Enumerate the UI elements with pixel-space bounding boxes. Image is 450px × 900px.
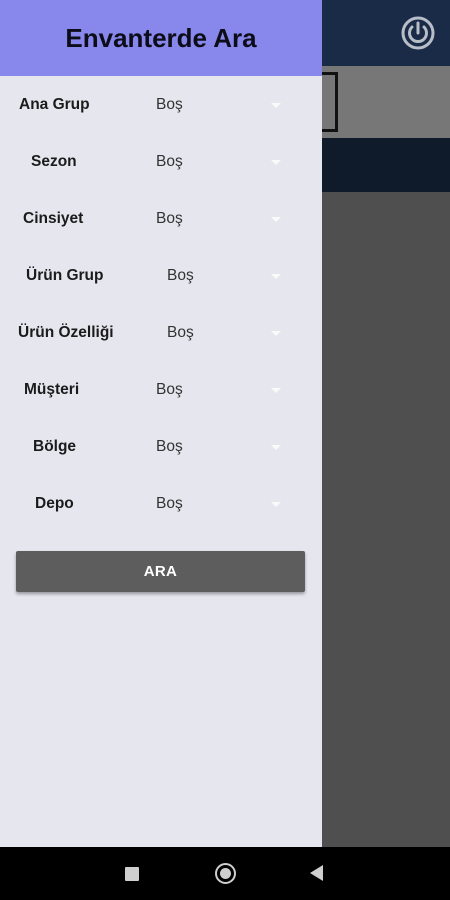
musteri-dropdown[interactable]: Boş [150, 370, 290, 410]
scan-frame-icon [322, 72, 338, 132]
dropdown-arrow-icon [271, 502, 281, 507]
dropdown-arrow-icon [271, 103, 281, 108]
urun-grup-dropdown[interactable]: Boş [161, 256, 289, 296]
sezon-dropdown[interactable]: Boş [150, 142, 290, 182]
filter-label: Sezon [31, 153, 77, 170]
home-icon[interactable] [215, 863, 236, 884]
home-icon-dot [220, 868, 231, 879]
filter-row-sezon: Sezon Boş [0, 142, 322, 182]
filter-row-cinsiyet: Cinsiyet Boş [0, 199, 322, 239]
dropdown-value: Boş [167, 324, 194, 341]
drawer-header: Envanterde Ara [0, 0, 322, 76]
search-button[interactable]: ARA [16, 551, 305, 592]
bolge-dropdown[interactable]: Boş [150, 427, 290, 467]
filter-label: Ürün Özelliği [18, 324, 114, 341]
filter-label: Ürün Grup [26, 267, 104, 284]
dropdown-value: Boş [156, 438, 183, 455]
filter-row-depo: Depo Boş [0, 484, 322, 524]
dropdown-arrow-icon [271, 160, 281, 165]
dropdown-arrow-icon [271, 331, 281, 336]
dropdown-value: Boş [156, 210, 183, 227]
dropdown-arrow-icon [271, 388, 281, 393]
dropdown-arrow-icon [271, 274, 281, 279]
drawer-title: Envanterde Ara [65, 22, 257, 53]
power-icon[interactable] [401, 16, 435, 50]
filter-label: Ana Grup [19, 96, 90, 113]
filter-label: Bölge [33, 438, 77, 455]
dropdown-value: Boş [167, 267, 194, 284]
filter-row-musteri: Müşteri Boş [0, 370, 322, 410]
depo-dropdown[interactable]: Boş [150, 484, 290, 524]
dropdown-arrow-icon [271, 217, 281, 222]
dropdown-value: Boş [156, 153, 183, 170]
search-drawer: Envanterde Ara Ana Grup Boş Sezon Boş Ci… [0, 0, 322, 847]
filter-label: Cinsiyet [23, 210, 84, 227]
dropdown-value: Boş [156, 495, 183, 512]
back-icon[interactable] [310, 865, 323, 881]
filter-row-urun-grup: Ürün Grup Boş [0, 256, 322, 296]
filter-label: Depo [35, 495, 74, 512]
dropdown-value: Boş [156, 96, 183, 113]
cinsiyet-dropdown[interactable]: Boş [150, 199, 290, 239]
dropdown-value: Boş [156, 381, 183, 398]
filter-label: Müşteri [24, 381, 80, 398]
filter-row-ana-grup: Ana Grup Boş [0, 85, 322, 125]
urun-ozelligi-dropdown[interactable]: Boş [161, 313, 289, 353]
filter-row-urun-ozelligi: Ürün Özelliği Boş [0, 313, 322, 353]
recent-apps-icon[interactable] [125, 867, 139, 881]
ana-grup-dropdown[interactable]: Boş [150, 85, 290, 125]
filter-row-bolge: Bölge Boş [0, 427, 322, 467]
dropdown-arrow-icon [271, 445, 281, 450]
